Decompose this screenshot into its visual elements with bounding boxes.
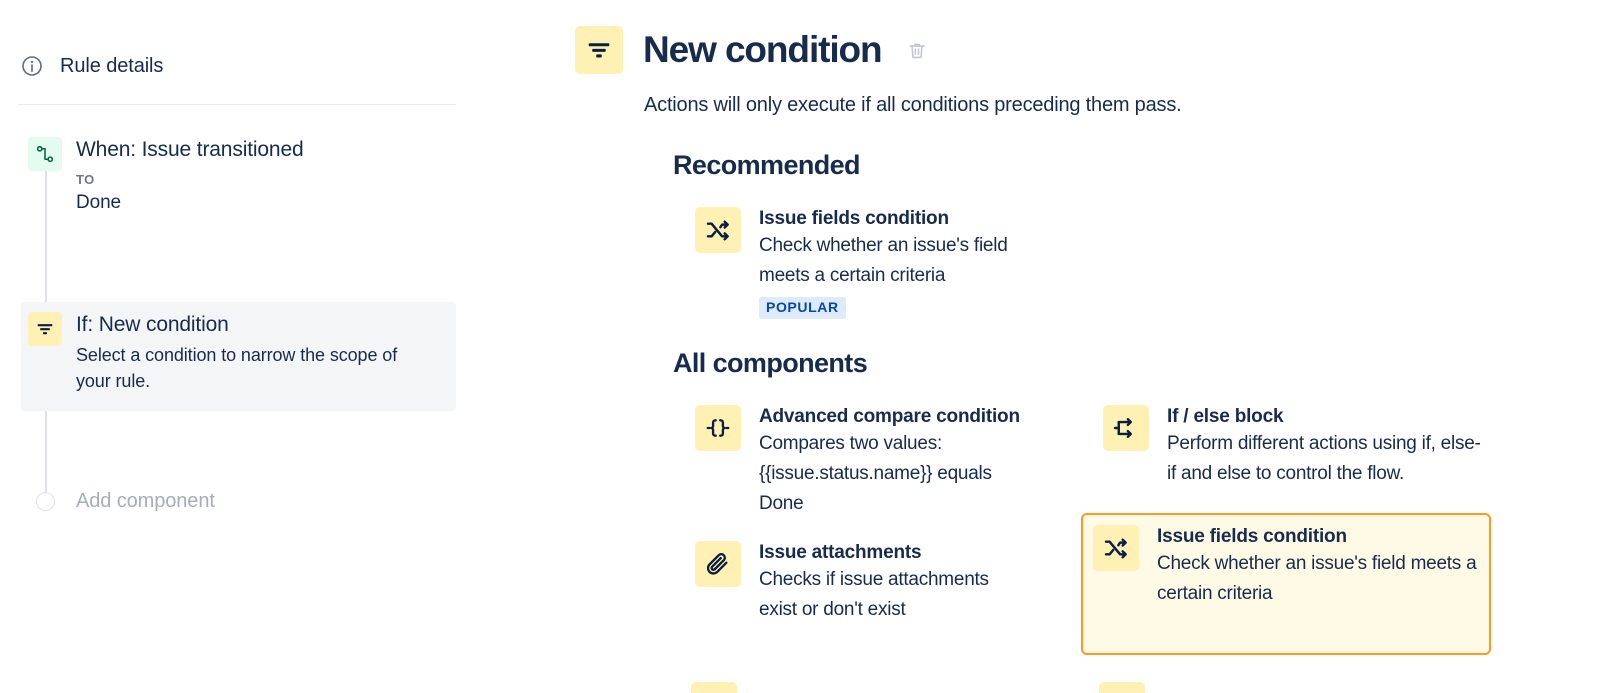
component-card-if-else-block[interactable]: If / else block Perform different action… [1091,393,1501,499]
rule-node-when-sublabel: TO [76,172,95,187]
component-description: Check whether an issue's field meets a c… [759,235,1008,286]
component-picker-panel: New condition Actions will only execute … [560,0,1600,693]
component-card-issue-fields-condition-selected[interactable]: Issue fields condition Check whether an … [1081,513,1491,655]
component-card-partial-below-fold-right[interactable] [1099,682,1145,693]
component-description: Checks if issue attachments exist or don… [759,569,989,620]
component-name: Issue fields condition [1157,526,1347,547]
section-title-all-components: All components [673,348,868,378]
rule-node-if-title: If: New condition [76,313,229,336]
sidebar-item-rule-details[interactable]: Rule details [20,46,163,86]
rule-node-if[interactable]: If: New condition Select a condition to … [28,312,456,394]
component-card-partial-below-fold-left[interactable] [691,682,737,693]
rule-node-when[interactable]: When: Issue transitioned TO Done [28,137,304,215]
component-description: Check whether an issue's field meets a c… [1157,553,1477,604]
rule-chain-sidebar: Rule details When: Issue transitioned TO… [0,0,476,693]
add-component-button[interactable]: Add component [36,489,215,513]
component-card-advanced-compare-condition[interactable]: Advanced compare condition Compares two … [683,393,1053,529]
sidebar-divider [18,104,456,105]
trash-icon [906,40,928,65]
curly-braces-icon [695,405,741,451]
shuffle-swap-icon [695,207,741,253]
delete-component-button[interactable] [904,39,930,65]
component-name: Advanced compare condition [759,406,1020,427]
rule-node-if-description: Select a condition to narrow the scope o… [76,345,398,391]
component-description: Compares two values: {{issue.status.name… [759,433,992,514]
add-node-circle-icon [36,491,55,511]
page-title: New condition [643,29,883,70]
component-name: Issue attachments [759,542,922,563]
panel-header: New condition [575,26,930,74]
section-title-recommended: Recommended [673,150,861,180]
component-description: Perform different actions using if, else… [1167,433,1481,484]
branch-fork-icon [1103,405,1149,451]
status-badge: POPULAR [759,297,846,319]
transition-path-icon [28,137,62,171]
shuffle-swap-icon [1093,525,1139,571]
component-name: Issue fields condition [759,208,949,229]
component-card-issue-fields-condition-recommended[interactable]: Issue fields condition Check whether an … [683,195,1053,329]
rule-details-label: Rule details [60,55,164,77]
filter-funnel-icon [575,26,623,74]
paperclip-icon [695,541,741,587]
automation-rule-builder-screen: Rule details When: Issue transitioned TO… [0,0,1600,693]
panel-subtitle: Actions will only execute if all conditi… [644,94,1182,116]
add-component-label: Add component [76,490,215,512]
rule-node-when-title: When: Issue transitioned [76,138,304,161]
filter-funnel-icon [28,312,62,346]
rule-node-when-subvalue: Done [76,192,122,213]
info-circle-icon [20,54,44,78]
component-card-issue-attachments[interactable]: Issue attachments Checks if issue attach… [683,529,1023,635]
component-name: If / else block [1167,406,1284,427]
